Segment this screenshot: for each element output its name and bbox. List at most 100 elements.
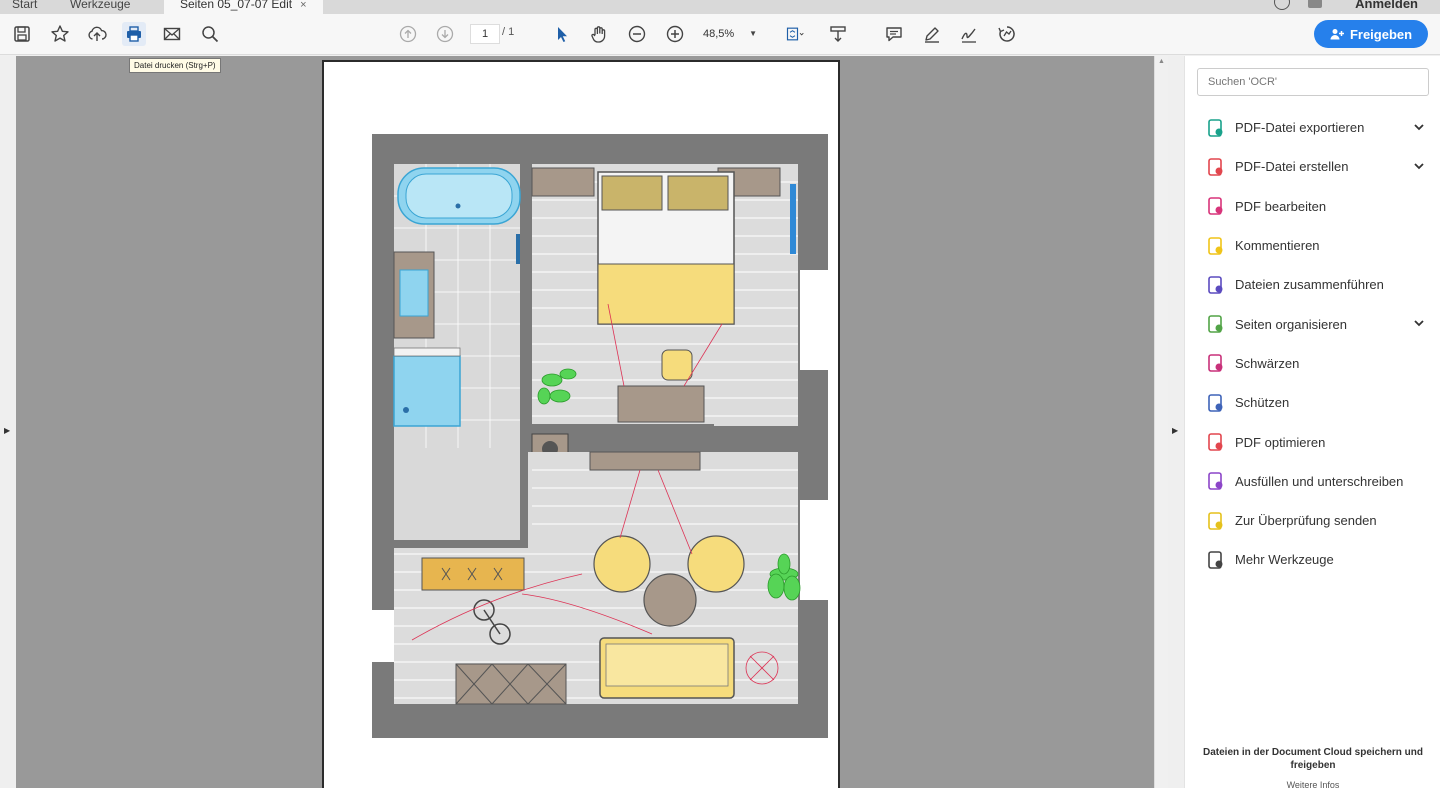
scroll-mode-button[interactable] <box>826 22 850 46</box>
tool-item-label: Dateien zusammenführen <box>1235 277 1384 293</box>
tools-list: PDF-Datei exportieren PDF-Datei erstellen… <box>1185 108 1440 580</box>
tab-document[interactable]: Seiten 05_07-07 Edit × <box>164 0 323 14</box>
tab-tools[interactable]: Werkzeuge <box>70 0 130 14</box>
tool-item[interactable]: Schützen <box>1185 383 1440 422</box>
tool-item-label: Zur Überprüfung senden <box>1235 513 1377 529</box>
tool-item[interactable]: Mehr Werkzeuge <box>1185 540 1440 579</box>
add-user-icon <box>1330 29 1344 40</box>
more-tools-icon <box>1208 551 1223 569</box>
tool-item[interactable]: Seiten organisieren <box>1185 304 1440 343</box>
tool-item-label: Schützen <box>1235 395 1290 411</box>
print-tooltip: Datei drucken (Strg+P) <box>129 58 221 73</box>
send-review-icon <box>1208 511 1223 530</box>
stamp-icon <box>998 26 1015 42</box>
zoom-out-button[interactable] <box>625 22 649 46</box>
right-pane-toggle-strip[interactable]: ▶ <box>1168 56 1184 788</box>
arrow-down-circle-icon <box>436 25 454 43</box>
share-button-label: Freigeben <box>1349 26 1413 42</box>
tool-item[interactable]: PDF bearbeiten <box>1185 187 1440 226</box>
tab-bar: Start Werkzeuge Seiten 05_07-07 Edit × An… <box>0 0 1440 14</box>
tool-item[interactable]: Kommentieren <box>1185 226 1440 265</box>
document-canvas[interactable] <box>16 56 1154 788</box>
page-number-input[interactable]: 1 <box>470 24 500 44</box>
search-button[interactable] <box>198 22 222 46</box>
tool-item-label: Kommentieren <box>1235 238 1320 254</box>
comment-icon <box>1208 236 1223 255</box>
export-pdf-icon <box>1208 118 1223 137</box>
cloud-more-link[interactable]: Weitere Infos <box>1185 780 1440 788</box>
tool-item-label: PDF-Datei exportieren <box>1235 120 1365 136</box>
save-icon <box>14 26 30 42</box>
tool-item[interactable]: Ausfüllen und unterschreiben <box>1185 462 1440 501</box>
sign-button[interactable] <box>957 22 981 46</box>
tool-item-label: Ausfüllen und unterschreiben <box>1235 473 1404 489</box>
help-icon[interactable] <box>1274 0 1290 10</box>
chevron-right-icon: ▶ <box>4 426 11 435</box>
close-icon[interactable]: × <box>300 0 306 11</box>
edit-pdf-icon <box>1208 197 1223 216</box>
tool-item-label: PDF-Datei erstellen <box>1235 159 1349 175</box>
tool-item-label: Seiten organisieren <box>1235 316 1348 332</box>
zoom-level-select[interactable]: 48,5% ▼ <box>703 24 761 44</box>
signature-icon <box>961 28 976 43</box>
create-pdf-icon <box>1208 158 1223 176</box>
plus-circle-icon <box>666 25 684 43</box>
optimize-pdf-icon <box>1208 433 1223 451</box>
fill-sign-icon <box>1208 472 1223 491</box>
chevron-down-icon[interactable] <box>1413 317 1425 329</box>
cloud-promo-text: Dateien in der Document Cloud speichern … <box>1202 747 1424 771</box>
hand-tool-button[interactable] <box>587 22 611 46</box>
chevron-down-icon: ▼ <box>749 29 757 38</box>
share-button[interactable]: Freigeben <box>1314 20 1428 48</box>
pdf-page <box>322 60 840 788</box>
floor-plan-image <box>372 134 828 738</box>
stamp-button[interactable] <box>995 22 1019 46</box>
tool-item-label: PDF bearbeiten <box>1235 198 1327 214</box>
tool-item-label: Schwärzen <box>1235 355 1300 371</box>
tool-item[interactable]: Schwärzen <box>1185 344 1440 383</box>
tool-item[interactable]: PDF optimieren <box>1185 422 1440 461</box>
acrobat-window: Start Werkzeuge Seiten 05_07-07 Edit × An… <box>0 0 1440 788</box>
chevron-down-icon[interactable] <box>1413 121 1425 133</box>
vertical-scrollbar[interactable]: ▲ <box>1154 56 1168 788</box>
tool-item[interactable]: Dateien zusammenführen <box>1185 265 1440 304</box>
highlight-button[interactable] <box>920 22 944 46</box>
arrow-up-circle-icon <box>399 25 417 43</box>
tools-pane: PDF-Datei exportieren PDF-Datei erstellen… <box>1184 56 1440 788</box>
fit-page-button[interactable] <box>780 22 810 46</box>
search-icon <box>202 26 219 43</box>
save-button[interactable] <box>10 22 34 46</box>
organize-pages-icon <box>1208 315 1223 333</box>
pen-icon <box>925 27 939 43</box>
chevron-down-icon[interactable] <box>1413 160 1425 172</box>
select-tool-button[interactable] <box>550 22 574 46</box>
chevron-right-icon: ▶ <box>1172 426 1179 435</box>
print-button[interactable] <box>122 22 146 46</box>
left-panel-toggle-strip[interactable]: ▶ <box>0 56 16 788</box>
zoom-in-button[interactable] <box>663 22 687 46</box>
notification-icon[interactable] <box>1308 0 1322 8</box>
email-button[interactable] <box>160 22 184 46</box>
print-icon <box>127 26 141 42</box>
bookmark-button[interactable] <box>48 22 72 46</box>
tool-item[interactable]: PDF-Datei erstellen <box>1185 147 1440 186</box>
previous-page-button[interactable] <box>396 22 420 46</box>
tool-item-label: PDF optimieren <box>1235 434 1326 450</box>
next-page-button[interactable] <box>433 22 457 46</box>
upload-button[interactable] <box>85 22 109 46</box>
tab-start[interactable]: Start <box>12 0 37 14</box>
main-toolbar: 1 / 1 48,5% ▼ Freigeben <box>0 14 1440 55</box>
tool-item[interactable]: Zur Überprüfung senden <box>1185 501 1440 540</box>
protect-icon <box>1208 393 1223 412</box>
tools-search-input[interactable] <box>1197 68 1429 96</box>
comment-button[interactable] <box>882 22 906 46</box>
hand-icon <box>591 26 606 43</box>
cursor-icon <box>558 27 567 42</box>
tool-item[interactable]: PDF-Datei exportieren <box>1185 108 1440 147</box>
scroll-mode-icon <box>830 26 846 42</box>
redact-icon <box>1208 354 1223 373</box>
signin-link[interactable]: Anmelden <box>1355 0 1418 14</box>
star-icon <box>51 25 69 42</box>
scroll-up-icon[interactable]: ▲ <box>1158 58 1165 65</box>
combine-files-icon <box>1208 276 1223 294</box>
